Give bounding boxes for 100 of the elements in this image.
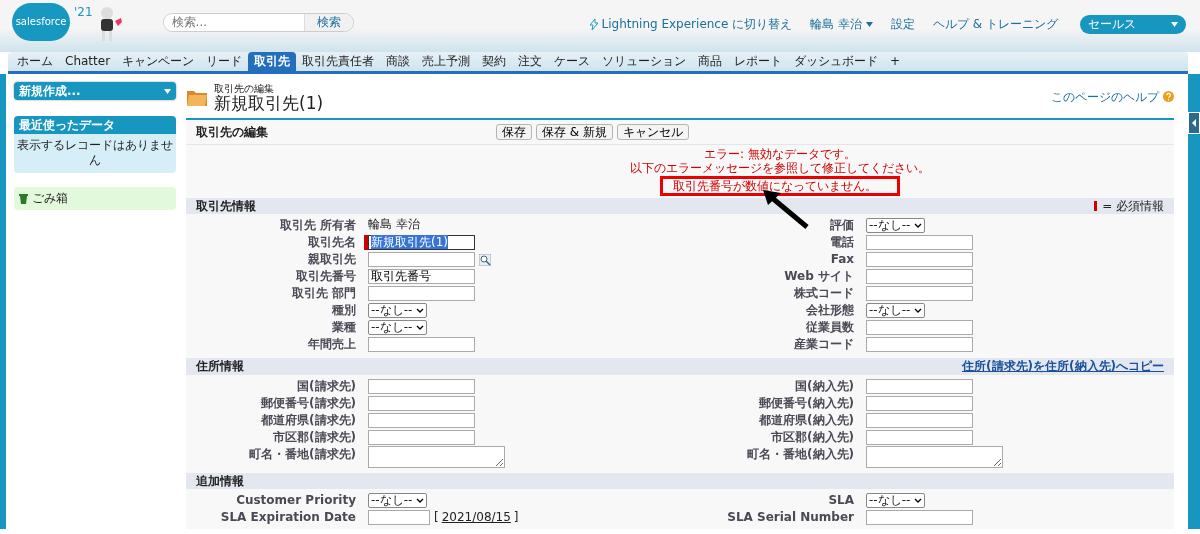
field-label: 産業コード	[793, 336, 854, 352]
header-link[interactable]: ヘルプ & トレーニング	[933, 17, 1058, 32]
field-label: 都道府県(納入先)	[758, 411, 854, 428]
section-title: 追加情報	[196, 473, 244, 489]
field-label: Web サイト	[783, 268, 854, 284]
form-button[interactable]: 保存 & 新規	[536, 123, 613, 141]
search-button[interactable]: 検索	[303, 14, 353, 31]
copy-address-link[interactable]: 住所(請求先)を住所(納入先)へコピー	[962, 359, 1164, 374]
text-input[interactable]	[866, 395, 973, 411]
textarea-input[interactable]	[866, 445, 1003, 468]
select-dropdown[interactable]: --なし--	[866, 303, 926, 319]
chevron-icon	[416, 498, 425, 504]
text-input[interactable]	[866, 269, 973, 285]
field-label: 会社形態	[805, 302, 854, 318]
bracket-text: ]	[513, 510, 519, 525]
help-link[interactable]: このページのヘルプ	[1051, 89, 1159, 105]
nav-tab[interactable]: ホーム	[11, 51, 59, 71]
nav-tab[interactable]: 取引先	[248, 51, 297, 71]
nav-tab[interactable]: キャンペーン	[116, 51, 201, 71]
text-input[interactable]	[866, 252, 973, 268]
text-input[interactable]	[866, 510, 973, 526]
text-input[interactable]	[368, 337, 475, 353]
required-legend: = 必須情報	[1102, 199, 1164, 214]
recent-items-header: 最近使ったデータ	[14, 116, 176, 135]
nav-tab[interactable]: 契約	[476, 51, 513, 71]
lightning-switch-link[interactable]: Lightning Experience に切り替え	[601, 17, 793, 32]
caret-icon	[866, 22, 873, 27]
lightning-icon	[589, 19, 598, 30]
nav-tab[interactable]: 商談	[380, 51, 417, 71]
chevron-icon	[914, 223, 923, 229]
text-input[interactable]	[368, 252, 475, 268]
page-subtitle: 取引先の編集	[214, 82, 275, 94]
nav-tab[interactable]: 注文	[512, 51, 549, 71]
nav-tab[interactable]: レポート	[728, 51, 789, 71]
field-label: 年間売上	[307, 336, 356, 352]
field-value: 輪島 幸治	[368, 217, 420, 232]
page-title: 新規取引先(1)	[214, 94, 324, 112]
text-input[interactable]	[368, 286, 475, 302]
nav-tab[interactable]: ダッシュボード	[788, 51, 885, 71]
field-label: Fax	[829, 251, 854, 267]
search-field[interactable]: 検索... 検索	[162, 13, 354, 32]
chevron-icon	[416, 308, 425, 314]
field-label: SLA Expiration Date	[219, 509, 356, 525]
select-dropdown[interactable]: --なし--	[368, 303, 428, 319]
trash-icon	[19, 192, 28, 204]
text-input[interactable]	[368, 412, 475, 428]
lookup-icon[interactable]	[479, 253, 491, 266]
field-label: 種別	[331, 302, 356, 318]
field-label: 取引先番号	[295, 268, 356, 284]
field-label: 取引先 部門	[290, 285, 356, 301]
field-label: 業種	[331, 319, 356, 335]
select-dropdown[interactable]: --なし--	[866, 493, 926, 509]
caret-icon	[1171, 22, 1178, 27]
empty-message: 表示するレコードはありません	[14, 134, 176, 174]
header-link[interactable]: 設定	[891, 17, 915, 32]
form-button[interactable]: 保存	[496, 123, 532, 141]
select-dropdown[interactable]: --なし--	[368, 320, 428, 336]
text-input[interactable]	[866, 286, 973, 302]
section-title: 住所情報	[196, 359, 244, 374]
chevron-icon	[914, 498, 923, 504]
select-dropdown[interactable]: --なし--	[866, 218, 926, 234]
field-label: 郵便番号(納入先)	[758, 394, 854, 411]
recycle-bin-link[interactable]: ごみ箱	[32, 191, 68, 206]
nav-tab[interactable]: リード	[200, 51, 249, 71]
textarea-input[interactable]	[368, 445, 505, 468]
text-input[interactable]	[368, 429, 475, 445]
text-input[interactable]	[866, 378, 973, 394]
text-input[interactable]	[866, 320, 973, 336]
field-label: 都道府県(請求先)	[260, 411, 356, 428]
field-label: Customer Priority	[235, 492, 356, 508]
select-dropdown[interactable]: --なし--	[368, 493, 428, 509]
date-input[interactable]	[368, 510, 430, 526]
nav-tab[interactable]: 取引先責任者	[296, 51, 381, 71]
nav-tab[interactable]: 売上予測	[416, 51, 477, 71]
collapse-handle[interactable]	[1188, 112, 1200, 134]
chevron-icon	[416, 325, 425, 331]
nav-tab[interactable]: +	[884, 51, 907, 71]
field-label: 株式コード	[793, 285, 854, 301]
error-message: 取引先番号が数値になっていません。	[660, 176, 900, 196]
field-label: 取引先 所有者	[278, 217, 356, 233]
user-menu[interactable]: 輪島 幸治	[810, 17, 862, 32]
nav-tab[interactable]: ケース	[548, 51, 597, 71]
text-input[interactable]	[866, 235, 973, 251]
form-button[interactable]: キャンセル	[617, 123, 689, 141]
field-label: SLA Serial Number	[726, 509, 854, 525]
text-input[interactable]: 取引先番号	[368, 269, 475, 285]
nav-tab[interactable]: ソリューション	[596, 51, 693, 71]
nav-tab[interactable]: 商品	[692, 51, 729, 71]
text-input[interactable]	[368, 395, 475, 411]
text-input[interactable]	[866, 412, 973, 428]
date-link[interactable]: 2021/08/15	[441, 510, 511, 525]
error-message: 以下のエラーメッセージを参照して修正してください。	[630, 161, 930, 175]
text-input[interactable]	[866, 429, 973, 445]
nav-tab[interactable]: Chatter	[59, 51, 117, 71]
field-label: 評価	[829, 217, 854, 233]
caret-icon	[164, 88, 171, 94]
text-input[interactable]	[368, 378, 475, 394]
field-label: 親取引先	[307, 251, 356, 267]
text-input[interactable]	[866, 337, 973, 353]
field-label: 国(請求先)	[296, 377, 356, 394]
